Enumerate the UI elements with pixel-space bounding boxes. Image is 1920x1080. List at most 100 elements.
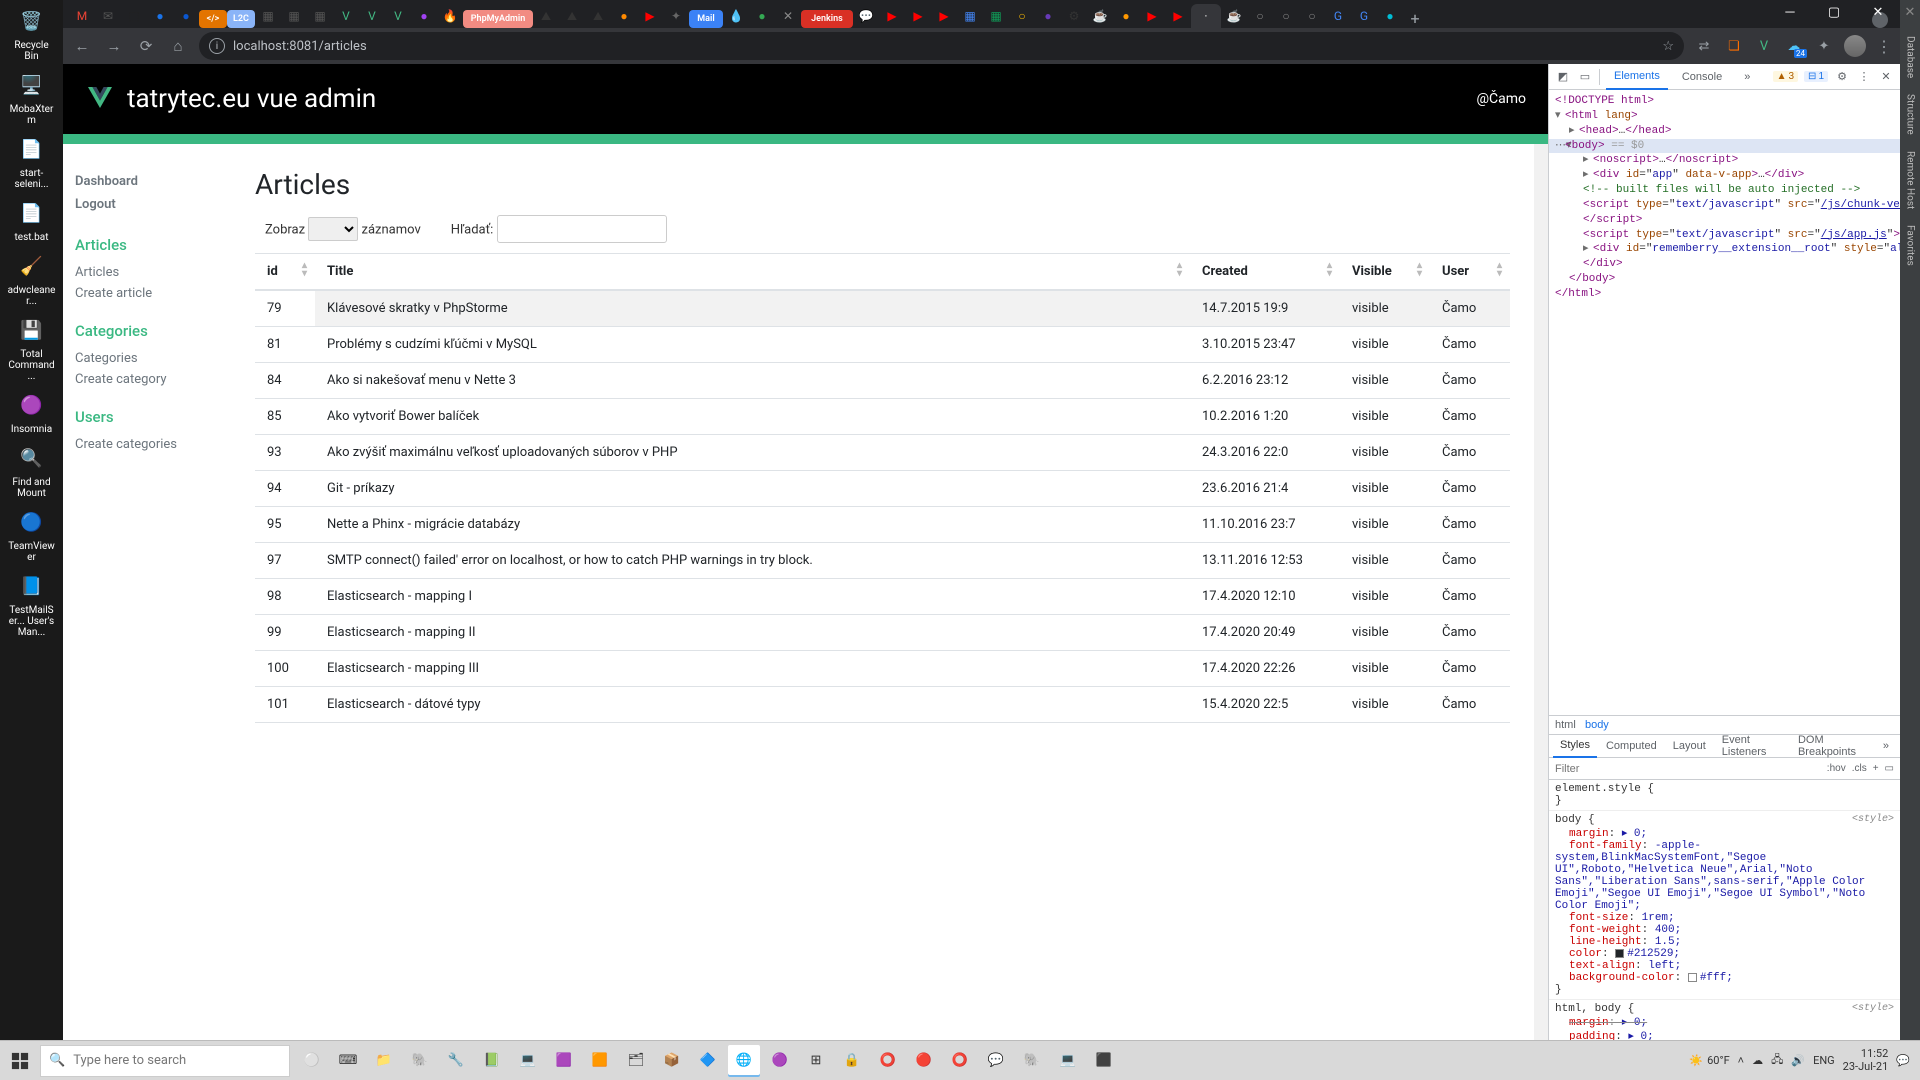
browser-tab[interactable]: ▶ (905, 4, 931, 28)
cls-toggle[interactable]: .cls (1852, 763, 1867, 774)
ide-tool-tab[interactable]: Database (1905, 30, 1916, 84)
taskbar-search[interactable]: 🔍 Type here to search (40, 1045, 290, 1077)
browser-tab[interactable]: ▶ (637, 4, 663, 28)
taskbar-app[interactable]: 🟧 (584, 1045, 616, 1077)
browser-tab[interactable]: Mail (689, 10, 723, 28)
dom-tree[interactable]: <!DOCTYPE html>▾<html lang>▸<head>…</hea… (1549, 90, 1900, 715)
browser-tab[interactable]: ⚙ (1061, 4, 1087, 28)
taskbar-app[interactable]: 🟪 (548, 1045, 580, 1077)
column-header[interactable]: Created▴▾ (1190, 254, 1340, 291)
add-rule-icon[interactable]: + (1873, 763, 1879, 774)
browser-tab[interactable]: V (385, 4, 411, 28)
maximize-icon[interactable]: ▢ (1812, 0, 1856, 24)
browser-tab[interactable]: ✉ (95, 4, 121, 28)
dom-node[interactable]: <script type="text/javascript" src="/js/… (1549, 228, 1900, 243)
desktop-shortcut[interactable]: 🔵TeamViewer (8, 505, 56, 563)
taskbar-app[interactable]: 🔒 (836, 1045, 868, 1077)
taskbar-app[interactable]: 🔴 (908, 1045, 940, 1077)
profile-avatar[interactable] (1844, 35, 1866, 57)
page-length-select[interactable] (308, 217, 358, 241)
browser-tab[interactable]: Jenkins (801, 10, 853, 28)
taskbar-app[interactable]: 🗂 (620, 1045, 652, 1077)
desktop-shortcut[interactable]: 🔍Find and Mount (8, 441, 56, 499)
address-bar[interactable]: i localhost:8081/articles ☆ (199, 32, 1684, 60)
column-header[interactable]: Visible▴▾ (1340, 254, 1430, 291)
hov-toggle[interactable]: :hov (1827, 763, 1846, 774)
browser-tab[interactable]: V (333, 4, 359, 28)
browser-menu-icon[interactable]: ⋮ (1876, 37, 1892, 56)
css-rule[interactable]: element.style {} (1549, 780, 1900, 811)
sidebar-link[interactable]: Dashboard (75, 174, 219, 189)
desktop-shortcut[interactable]: 🧹adwcleaner... (8, 249, 56, 307)
dom-node[interactable]: ▸<div id="rememberry__extension__root" s… (1549, 242, 1900, 257)
browser-tab[interactable]: ▦ (957, 4, 983, 28)
browser-tab[interactable]: ● (611, 4, 637, 28)
sidebar-link[interactable]: Create category (75, 369, 219, 390)
browser-tab[interactable]: ▦ (307, 4, 333, 28)
sidebar-link[interactable]: Articles (75, 262, 219, 283)
taskbar-app[interactable]: 💻 (512, 1045, 544, 1077)
styles-subtab[interactable]: DOM Breakpoints (1791, 734, 1874, 758)
taskbar-app[interactable]: 🟣 (764, 1045, 796, 1077)
ext-puzzle-icon[interactable]: ✦ (1814, 36, 1834, 56)
browser-tab[interactable]: G (1325, 4, 1351, 28)
scrollbar[interactable] (1534, 144, 1548, 1080)
browser-tab[interactable]: L2C (227, 10, 255, 28)
taskbar-app[interactable]: 📁 (368, 1045, 400, 1077)
table-row[interactable]: 101Elasticsearch - dátové typy15.4.2020 … (255, 687, 1510, 723)
taskbar-app[interactable]: 🐘 (404, 1045, 436, 1077)
tray-chevron-icon[interactable]: ˄ (1738, 1054, 1744, 1067)
table-row[interactable]: 97SMTP connect() failed' error on localh… (255, 543, 1510, 579)
browser-tab[interactable]: 🔥 (437, 4, 463, 28)
breadcrumb[interactable]: html body (1549, 715, 1900, 734)
inspect-icon[interactable]: ◩ (1555, 70, 1571, 83)
dom-node[interactable]: ⋯▾<body> == $0 (1549, 139, 1900, 154)
taskbar-app[interactable]: 💻 (1052, 1045, 1084, 1077)
site-info-icon[interactable]: i (209, 38, 225, 54)
css-rule[interactable]: body {<style>margin: ▸ 0;font-family: -a… (1549, 811, 1900, 1000)
table-row[interactable]: 84Ako si nakešovať menu v Nette 36.2.201… (255, 363, 1510, 399)
browser-tab[interactable]: 💬 (853, 4, 879, 28)
browser-tab[interactable]: ○ (1247, 4, 1273, 28)
settings-icon[interactable]: ⚙ (1834, 70, 1850, 83)
browser-tab[interactable]: ▶ (879, 4, 905, 28)
ext-icon[interactable]: ⇄ (1694, 36, 1714, 56)
start-button[interactable] (0, 1041, 40, 1080)
browser-tab[interactable]: ✕ (775, 4, 801, 28)
styles-subtab-more[interactable]: » (1876, 734, 1896, 758)
browser-tab[interactable]: ● (1035, 4, 1061, 28)
browser-tab[interactable]: ☕ (1221, 4, 1247, 28)
taskbar-app[interactable]: ⭕ (872, 1045, 904, 1077)
column-header[interactable]: id▴▾ (255, 254, 315, 291)
browser-tab[interactable]: ⛰ (585, 4, 611, 28)
taskbar-app[interactable]: 🔧 (440, 1045, 472, 1077)
browser-tab[interactable]: ○ (1009, 4, 1035, 28)
browser-tab[interactable]: ▶ (931, 4, 957, 28)
new-tab-button[interactable]: + (1403, 9, 1427, 28)
tray-cloud-icon[interactable]: ☁ (1752, 1054, 1763, 1067)
browser-tab[interactable]: ● (411, 4, 437, 28)
tab-more[interactable]: » (1736, 64, 1758, 90)
browser-tab[interactable]: ⛰ (533, 4, 559, 28)
dom-node[interactable]: </div> (1549, 257, 1900, 272)
tab-console[interactable]: Console (1674, 64, 1730, 90)
secondary-close-icon[interactable]: ✕ (1900, 0, 1920, 24)
browser-tab[interactable]: G (1351, 4, 1377, 28)
styles-subtab[interactable]: Event Listeners (1715, 734, 1789, 758)
styles-subtab[interactable]: Computed (1599, 734, 1664, 758)
sidebar-link[interactable]: Logout (75, 197, 219, 212)
table-row[interactable]: 79Klávesové skratky v PhpStorme14.7.2015… (255, 290, 1510, 327)
taskbar-app[interactable]: ⊞ (800, 1045, 832, 1077)
styles-filter-input[interactable] (1555, 763, 1821, 775)
browser-tab[interactable]: ○ (1299, 4, 1325, 28)
close-icon[interactable]: ✕ (1878, 70, 1894, 83)
tray-lang[interactable]: ENG (1813, 1054, 1835, 1067)
ext-icon[interactable]: ❏ (1724, 36, 1744, 56)
desktop-shortcut[interactable]: 🗑️Recycle Bin (8, 4, 56, 62)
tray-notifications-icon[interactable]: 💬 (1896, 1054, 1910, 1067)
browser-tab[interactable]: ▦ (281, 4, 307, 28)
dom-node[interactable]: ▾<html lang> (1549, 109, 1900, 124)
browser-tab[interactable]: ⛰ (559, 4, 585, 28)
desktop-shortcut[interactable]: 📄test.bat (8, 196, 56, 243)
desktop-shortcut[interactable]: 📄start-seleni... (8, 132, 56, 190)
